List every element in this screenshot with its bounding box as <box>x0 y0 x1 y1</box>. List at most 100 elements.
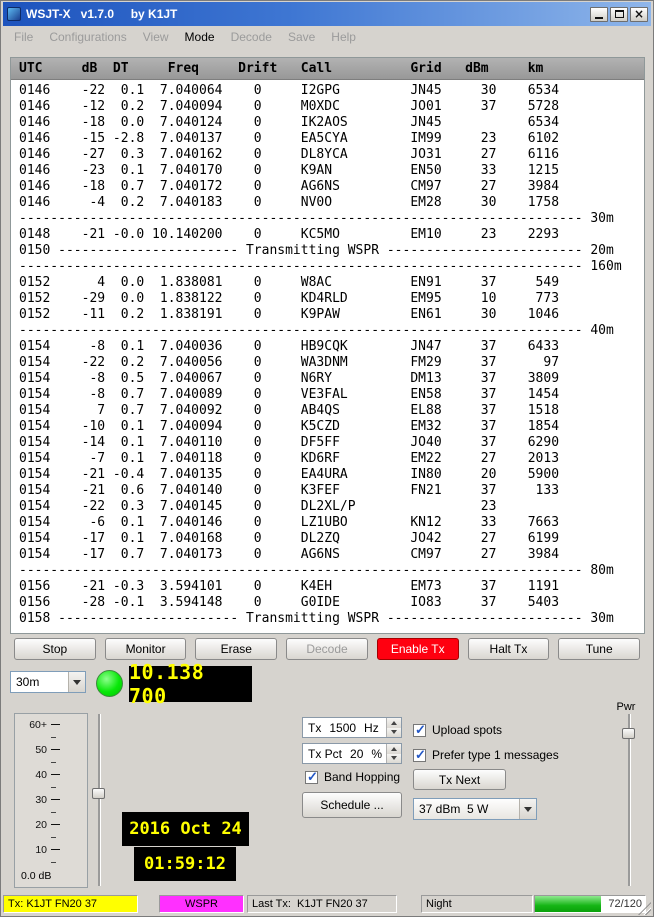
decode-button[interactable]: Decode <box>286 638 368 660</box>
checkbox-icon <box>413 749 426 762</box>
decode-row[interactable]: 0154 -8 0.5 7.040067 0 N6RY DM13 37 3809 <box>19 371 644 387</box>
band-select[interactable]: 30m <box>10 671 86 693</box>
tx-marker-row: 0158 ----------------------- Transmittin… <box>19 611 644 627</box>
checkbox-icon <box>413 724 426 737</box>
spin-up-icon[interactable] <box>387 744 401 754</box>
meter-scale-row: 10 <box>21 845 81 870</box>
decode-row[interactable]: 0146 -15 -2.8 7.040137 0 EA5CYA IM99 23 … <box>19 131 644 147</box>
decode-row[interactable]: 0154 -22 0.3 7.040145 0 DL2XL/P 23 <box>19 499 644 515</box>
decode-row[interactable]: 0152 -11 0.2 1.838191 0 K9PAW EN61 30 10… <box>19 307 644 323</box>
meter-scale-row: 50 <box>21 745 81 770</box>
decode-row[interactable]: 0154 -17 0.1 7.040168 0 DL2ZQ JO42 27 61… <box>19 531 644 547</box>
meter-scale-row: 60+ <box>21 720 81 745</box>
schedule-button[interactable]: Schedule ... <box>302 792 402 818</box>
spin-down-icon[interactable] <box>387 728 401 738</box>
decode-row[interactable]: 0146 -4 0.2 7.040183 0 NV0O EM28 30 1758 <box>19 195 644 211</box>
menu-file[interactable]: File <box>6 28 41 46</box>
decode-row[interactable]: 0154 7 0.7 7.040092 0 AB4QS EL88 37 1518 <box>19 403 644 419</box>
chevron-down-icon <box>524 807 532 816</box>
close-icon: × <box>634 9 644 19</box>
titlebar[interactable]: WSJT-X v1.7.0 by K1JT × <box>3 2 651 26</box>
progress-fill <box>535 896 601 912</box>
checkbox-label: Upload spots <box>432 723 502 737</box>
tx-next-button[interactable]: Tx Next <box>413 769 506 790</box>
spin-up-icon[interactable] <box>387 718 401 728</box>
decode-row[interactable]: 0154 -8 0.7 7.040089 0 VE3FAL EN58 37 14… <box>19 387 644 403</box>
tx-marker-row: 0150 ----------------------- Transmittin… <box>19 243 644 259</box>
decode-row[interactable]: 0152 -29 0.0 1.838122 0 KD4RLD EM95 10 7… <box>19 291 644 307</box>
menubar: FileConfigurationsViewModeDecodeSaveHelp <box>3 26 651 47</box>
app-icon <box>7 7 21 21</box>
decode-rows: 0146 -22 0.1 7.040064 0 I2GPG JN45 30 65… <box>11 80 644 627</box>
close-button[interactable]: × <box>630 7 648 22</box>
band-separator-row: ----------------------------------------… <box>19 259 644 275</box>
status-phase: Night <box>421 895 533 913</box>
spinner-buttons[interactable] <box>386 718 401 737</box>
tx-pct-suffix: % <box>371 747 382 761</box>
power-select-arrow[interactable] <box>519 799 536 819</box>
band-separator-row: ----------------------------------------… <box>19 323 644 339</box>
maximize-icon <box>615 10 624 18</box>
tx-pct-spinbox[interactable]: Tx Pct 20 % <box>302 743 402 764</box>
decode-row[interactable]: 0154 -22 0.2 7.040056 0 WA3DNM FM29 37 9… <box>19 355 644 371</box>
halt-tx-button[interactable]: Halt Tx <box>468 638 550 660</box>
main-buttons: Stop Monitor Erase Decode Enable Tx Halt Tx Tu… <box>14 638 640 660</box>
monitor-button[interactable]: Monitor <box>105 638 187 660</box>
status-mode-badge: WSPR <box>159 895 244 913</box>
spinner-buttons[interactable] <box>386 744 401 763</box>
window-controls: × <box>590 7 648 22</box>
minimize-button[interactable] <box>590 7 608 22</box>
menu-mode[interactable]: Mode <box>177 28 223 46</box>
date-display: 2016 Oct 24 <box>122 812 249 846</box>
decode-row[interactable]: 0146 -12 0.2 7.040094 0 M0XDC JO01 37 57… <box>19 99 644 115</box>
decode-row[interactable]: 0154 -8 0.1 7.040036 0 HB9CQK JN47 37 64… <box>19 339 644 355</box>
stop-button[interactable]: Stop <box>14 638 96 660</box>
tx-progress-bar: 72/120 <box>534 895 646 913</box>
power-select-value: 37 dBm 5 W <box>414 802 519 816</box>
menu-view[interactable]: View <box>135 28 177 46</box>
menu-help[interactable]: Help <box>323 28 364 46</box>
rx-gain-slider[interactable] <box>90 712 108 888</box>
maximize-button[interactable] <box>610 7 628 22</box>
slider-handle[interactable] <box>622 728 635 739</box>
upload-spots-checkbox[interactable]: Upload spots <box>413 723 502 737</box>
decode-row[interactable]: 0146 -23 0.1 7.040170 0 K9AN EN50 33 121… <box>19 163 644 179</box>
menu-configurations[interactable]: Configurations <box>41 28 134 46</box>
band-hopping-checkbox[interactable]: Band Hopping <box>305 770 400 784</box>
decode-row[interactable]: 0154 -6 0.1 7.040146 0 LZ1UBO KN12 33 76… <box>19 515 644 531</box>
band-select-arrow[interactable] <box>68 672 85 692</box>
decode-row[interactable]: 0146 -22 0.1 7.040064 0 I2GPG JN45 30 65… <box>19 83 644 99</box>
tune-button[interactable]: Tune <box>558 638 640 660</box>
power-select[interactable]: 37 dBm 5 W <box>413 798 537 820</box>
slider-handle[interactable] <box>92 788 105 799</box>
tx-freq-spinbox[interactable]: Tx 1500 Hz <box>302 717 402 738</box>
meter-scale-row: 40 <box>21 770 81 795</box>
decode-row[interactable]: 0148 -21 -0.0 10.140200 0 KC5MO EM10 23 … <box>19 227 644 243</box>
decode-row[interactable]: 0156 -28 -0.1 3.594148 0 G0IDE IO83 37 5… <box>19 595 644 611</box>
decode-row[interactable]: 0154 -21 -0.4 7.040135 0 EA4URA IN80 20 … <box>19 467 644 483</box>
prefer-type1-checkbox[interactable]: Prefer type 1 messages <box>413 748 559 762</box>
decode-row[interactable]: 0146 -18 0.0 7.040124 0 IK2AOS JN45 6534 <box>19 115 644 131</box>
enable-tx-button[interactable]: Enable Tx <box>377 638 459 660</box>
decode-row[interactable]: 0154 -14 0.1 7.040110 0 DF5FF JO40 37 62… <box>19 435 644 451</box>
erase-button[interactable]: Erase <box>195 638 277 660</box>
decode-row[interactable]: 0146 -27 0.3 7.040162 0 DL8YCA JO31 27 6… <box>19 147 644 163</box>
decode-row[interactable]: 0156 -21 -0.3 3.594101 0 K4EH EM73 37 11… <box>19 579 644 595</box>
pwr-slider[interactable] <box>620 712 638 888</box>
minimize-icon <box>595 17 603 19</box>
decode-table: UTC dB DT Freq Drift Call Grid dBm km 01… <box>10 57 645 634</box>
decode-row[interactable]: 0154 -10 0.1 7.040094 0 K5CZD EM32 37 18… <box>19 419 644 435</box>
monitor-lamp <box>96 670 123 697</box>
decode-row[interactable]: 0146 -18 0.7 7.040172 0 AG6NS CM97 27 39… <box>19 179 644 195</box>
band-separator-row: ----------------------------------------… <box>19 211 644 227</box>
spin-down-icon[interactable] <box>387 754 401 764</box>
decode-row[interactable]: 0154 -7 0.1 7.040118 0 KD6RF EM22 27 201… <box>19 451 644 467</box>
decode-row[interactable]: 0154 -17 0.7 7.040173 0 AG6NS CM97 27 39… <box>19 547 644 563</box>
decode-row[interactable]: 0152 4 0.0 1.838081 0 W8AC EN91 37 549 <box>19 275 644 291</box>
tx-freq-prefix: Tx <box>308 721 321 735</box>
menu-save[interactable]: Save <box>280 28 323 46</box>
menu-decode[interactable]: Decode <box>223 28 280 46</box>
slider-track <box>628 714 630 886</box>
decode-row[interactable]: 0154 -21 0.6 7.040140 0 K3FEF FN21 37 13… <box>19 483 644 499</box>
dial-frequency-display: 10.138 700 <box>129 666 252 702</box>
